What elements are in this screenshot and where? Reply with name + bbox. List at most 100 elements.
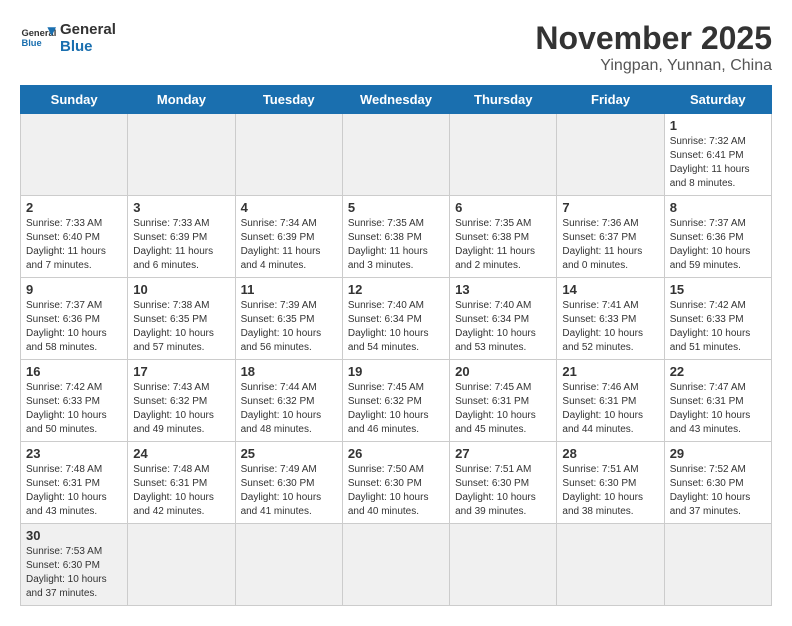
- cell-info: Sunrise: 7:45 AM Sunset: 6:32 PM Dayligh…: [348, 381, 444, 437]
- calendar-cell: [235, 114, 342, 196]
- cell-info: Sunrise: 7:44 AM Sunset: 6:32 PM Dayligh…: [241, 381, 337, 437]
- date-number: 1: [670, 118, 766, 133]
- date-number: 6: [455, 200, 551, 215]
- week-row-0: 1Sunrise: 7:32 AM Sunset: 6:41 PM Daylig…: [21, 114, 772, 196]
- calendar-cell: 12 Sunrise: 7:40 AM Sunset: 6:34 PM Dayli…: [342, 278, 449, 360]
- calendar-cell: 27Sunrise: 7:51 AM Sunset: 6:30 PM Dayli…: [450, 442, 557, 524]
- calendar-cell: [128, 114, 235, 196]
- date-number: 11: [241, 282, 337, 297]
- week-row-1: 2 Sunrise: 7:33 AM Sunset: 6:40 PM Daylig…: [21, 196, 772, 278]
- day-header-sunday: Sunday: [21, 86, 128, 114]
- date-number: 13: [455, 282, 551, 297]
- date-number: 10: [133, 282, 229, 297]
- cell-info: Sunrise: 7:40 AM Sunset: 6:34 PM Dayligh…: [455, 299, 551, 355]
- date-number: 16: [26, 364, 122, 379]
- date-number: 25: [241, 446, 337, 461]
- week-row-3: 16Sunrise: 7:42 AM Sunset: 6:33 PM Dayli…: [21, 360, 772, 442]
- date-number: 15: [670, 282, 766, 297]
- date-number: 5: [348, 200, 444, 215]
- date-number: 2: [26, 200, 122, 215]
- calendar-cell: 29 Sunrise: 7:52 AM Sunset: 6:30 PM Dayli…: [664, 442, 771, 524]
- day-header-monday: Monday: [128, 86, 235, 114]
- calendar-cell: 16Sunrise: 7:42 AM Sunset: 6:33 PM Dayli…: [21, 360, 128, 442]
- day-header-wednesday: Wednesday: [342, 86, 449, 114]
- date-number: 23: [26, 446, 122, 461]
- cell-info: Sunrise: 7:40 AM Sunset: 6:34 PM Dayligh…: [348, 299, 444, 355]
- calendar-cell: 19Sunrise: 7:45 AM Sunset: 6:32 PM Dayli…: [342, 360, 449, 442]
- calendar-header-row: SundayMondayTuesdayWednesdayThursdayFrid…: [21, 86, 772, 114]
- calendar-cell: 13 Sunrise: 7:40 AM Sunset: 6:34 PM Dayli…: [450, 278, 557, 360]
- calendar-cell: 26 Sunrise: 7:50 AM Sunset: 6:30 PM Dayli…: [342, 442, 449, 524]
- date-number: 12: [348, 282, 444, 297]
- cell-info: Sunrise: 7:52 AM Sunset: 6:30 PM Dayligh…: [670, 463, 766, 519]
- week-row-4: 23 Sunrise: 7:48 AM Sunset: 6:31 PM Dayli…: [21, 442, 772, 524]
- date-number: 18: [241, 364, 337, 379]
- cell-info: Sunrise: 7:48 AM Sunset: 6:31 PM Dayligh…: [26, 463, 122, 519]
- calendar-cell: 22 Sunrise: 7:47 AM Sunset: 6:31 PM Dayli…: [664, 360, 771, 442]
- cell-info: Sunrise: 7:49 AM Sunset: 6:30 PM Dayligh…: [241, 463, 337, 519]
- calendar-cell: 21 Sunrise: 7:46 AM Sunset: 6:31 PM Dayli…: [557, 360, 664, 442]
- svg-text:Blue: Blue: [21, 38, 41, 48]
- logo: General Blue General Blue: [20, 20, 116, 56]
- cell-info: Sunrise: 7:37 AM Sunset: 6:36 PM Dayligh…: [670, 217, 766, 273]
- date-number: 24: [133, 446, 229, 461]
- cell-info: Sunrise: 7:34 AM Sunset: 6:39 PM Dayligh…: [241, 217, 337, 273]
- date-number: 8: [670, 200, 766, 215]
- cell-info: Sunrise: 7:45 AM Sunset: 6:31 PM Dayligh…: [455, 381, 551, 437]
- calendar-cell: 17 Sunrise: 7:43 AM Sunset: 6:32 PM Dayli…: [128, 360, 235, 442]
- calendar-cell: [21, 114, 128, 196]
- date-number: 14: [562, 282, 658, 297]
- page-header: General Blue General Blue November 2025 …: [20, 20, 772, 75]
- calendar-cell: 15 Sunrise: 7:42 AM Sunset: 6:33 PM Dayli…: [664, 278, 771, 360]
- date-number: 29: [670, 446, 766, 461]
- cell-info: Sunrise: 7:38 AM Sunset: 6:35 PM Dayligh…: [133, 299, 229, 355]
- calendar-cell: 11 Sunrise: 7:39 AM Sunset: 6:35 PM Dayli…: [235, 278, 342, 360]
- calendar-cell: [342, 114, 449, 196]
- calendar-cell: 8 Sunrise: 7:37 AM Sunset: 6:36 PM Daylig…: [664, 196, 771, 278]
- cell-info: Sunrise: 7:50 AM Sunset: 6:30 PM Dayligh…: [348, 463, 444, 519]
- cell-info: Sunrise: 7:39 AM Sunset: 6:35 PM Dayligh…: [241, 299, 337, 355]
- date-number: 9: [26, 282, 122, 297]
- logo-icon: General Blue: [20, 20, 56, 56]
- calendar-cell: 3Sunrise: 7:33 AM Sunset: 6:39 PM Daylig…: [128, 196, 235, 278]
- calendar-cell: [450, 114, 557, 196]
- date-number: 20: [455, 364, 551, 379]
- calendar-body: 1Sunrise: 7:32 AM Sunset: 6:41 PM Daylig…: [21, 114, 772, 606]
- location: Yingpan, Yunnan, China: [535, 57, 772, 75]
- calendar-cell: 30Sunrise: 7:53 AM Sunset: 6:30 PM Dayli…: [21, 524, 128, 606]
- calendar-cell: 24Sunrise: 7:48 AM Sunset: 6:31 PM Dayli…: [128, 442, 235, 524]
- calendar-cell: [557, 114, 664, 196]
- calendar-cell: 23 Sunrise: 7:48 AM Sunset: 6:31 PM Dayli…: [21, 442, 128, 524]
- cell-info: Sunrise: 7:35 AM Sunset: 6:38 PM Dayligh…: [455, 217, 551, 273]
- date-number: 26: [348, 446, 444, 461]
- cell-info: Sunrise: 7:47 AM Sunset: 6:31 PM Dayligh…: [670, 381, 766, 437]
- calendar-cell: [557, 524, 664, 606]
- cell-info: Sunrise: 7:33 AM Sunset: 6:40 PM Dayligh…: [26, 217, 122, 273]
- calendar-cell: [450, 524, 557, 606]
- cell-info: Sunrise: 7:43 AM Sunset: 6:32 PM Dayligh…: [133, 381, 229, 437]
- date-number: 4: [241, 200, 337, 215]
- cell-info: Sunrise: 7:36 AM Sunset: 6:37 PM Dayligh…: [562, 217, 658, 273]
- date-number: 3: [133, 200, 229, 215]
- date-number: 17: [133, 364, 229, 379]
- title-block: November 2025 Yingpan, Yunnan, China: [535, 20, 772, 75]
- date-number: 22: [670, 364, 766, 379]
- date-number: 27: [455, 446, 551, 461]
- calendar-table: SundayMondayTuesdayWednesdayThursdayFrid…: [20, 85, 772, 606]
- date-number: 7: [562, 200, 658, 215]
- calendar-cell: 14 Sunrise: 7:41 AM Sunset: 6:33 PM Dayli…: [557, 278, 664, 360]
- calendar-cell: 25 Sunrise: 7:49 AM Sunset: 6:30 PM Dayli…: [235, 442, 342, 524]
- cell-info: Sunrise: 7:37 AM Sunset: 6:36 PM Dayligh…: [26, 299, 122, 355]
- calendar-cell: 18 Sunrise: 7:44 AM Sunset: 6:32 PM Dayli…: [235, 360, 342, 442]
- week-row-5: 30Sunrise: 7:53 AM Sunset: 6:30 PM Dayli…: [21, 524, 772, 606]
- cell-info: Sunrise: 7:53 AM Sunset: 6:30 PM Dayligh…: [26, 545, 122, 601]
- date-number: 21: [562, 364, 658, 379]
- calendar-cell: 1Sunrise: 7:32 AM Sunset: 6:41 PM Daylig…: [664, 114, 771, 196]
- day-header-friday: Friday: [557, 86, 664, 114]
- cell-info: Sunrise: 7:46 AM Sunset: 6:31 PM Dayligh…: [562, 381, 658, 437]
- calendar-cell: 4 Sunrise: 7:34 AM Sunset: 6:39 PM Daylig…: [235, 196, 342, 278]
- calendar-cell: 9 Sunrise: 7:37 AM Sunset: 6:36 PM Daylig…: [21, 278, 128, 360]
- cell-info: Sunrise: 7:42 AM Sunset: 6:33 PM Dayligh…: [670, 299, 766, 355]
- date-number: 28: [562, 446, 658, 461]
- cell-info: Sunrise: 7:41 AM Sunset: 6:33 PM Dayligh…: [562, 299, 658, 355]
